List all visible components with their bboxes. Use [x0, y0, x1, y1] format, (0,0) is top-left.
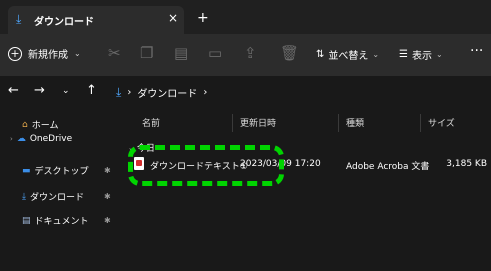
home-icon: ⌂ [22, 119, 28, 130]
sidebar-item-desktop[interactable]: ▬ デスクトップ [22, 164, 89, 178]
pin-icon[interactable]: ✱ [104, 192, 111, 201]
download-icon: ⤓ [22, 191, 26, 202]
recent-locations-icon[interactable]: ⌄ [62, 86, 70, 96]
chevron-down-icon: ⌄ [372, 50, 380, 59]
sidebar-item-downloads[interactable]: ⤓ ダウンロード [22, 190, 84, 204]
sort-icon: ⇅ [316, 49, 325, 60]
download-icon: ⤓ [16, 12, 22, 26]
table-row[interactable]: ダウンロードテキスト① 2023/03/09 17:20 Adobe Acrob… [128, 153, 491, 175]
delete-icon[interactable]: 🗑 [280, 44, 299, 62]
download-icon: ⤓ [116, 85, 122, 99]
column-separator[interactable] [232, 114, 233, 132]
column-header-size[interactable]: サイズ [428, 116, 455, 129]
sort-button-label: 並べ替え [328, 51, 369, 62]
rename-icon[interactable]: ▭ [208, 44, 222, 62]
sidebar-item-label: ドキュメント [34, 217, 89, 227]
new-button[interactable]: + 新規作成 ⌄ [8, 46, 81, 61]
sidebar-item-onedrive[interactable]: › ☁ OneDrive [10, 134, 72, 144]
title-bar: ⤓ ダウンロード × + [0, 0, 491, 34]
new-button-label: 新規作成 [28, 50, 68, 61]
sidebar-item-label: ダウンロード [29, 193, 84, 203]
address-bar: ← → ⌄ ↑ ⤓ › ダウンロード › [0, 76, 491, 106]
cloud-icon: ☁ [16, 134, 26, 144]
paste-icon[interactable]: ▤ [174, 44, 188, 62]
sidebar-item-documents[interactable]: ▤ ドキュメント [22, 214, 89, 228]
breadcrumb[interactable]: ⤓ › ダウンロード › [116, 85, 207, 100]
sidebar-item-label: OneDrive [29, 134, 73, 144]
up-icon[interactable]: ↑ [86, 83, 97, 98]
cut-icon[interactable]: ✂ [108, 44, 121, 62]
more-options-icon[interactable]: ··· [470, 43, 483, 59]
column-header-type[interactable]: 種類 [346, 116, 364, 129]
sidebar-item-label: ホーム [31, 121, 59, 131]
plus-circle-icon: + [8, 46, 22, 61]
close-tab-icon[interactable]: × [168, 11, 178, 25]
navigation-pane: ⌂ ホーム › ☁ OneDrive ▬ デスクトップ ✱ ⤓ ダウンロード ✱… [0, 106, 118, 271]
column-header-name[interactable]: 名前 [142, 116, 160, 129]
file-size: 3,185 KB [446, 159, 487, 169]
document-icon: ▤ [22, 215, 31, 226]
share-icon[interactable]: ⇪ [244, 44, 257, 62]
breadcrumb-location: ダウンロード [137, 89, 198, 100]
file-type: Adobe Acroba 文書 [346, 162, 430, 172]
breadcrumb-separator-icon: › [127, 87, 132, 98]
chevron-down-icon: ⌄ [74, 49, 81, 58]
column-header-modified[interactable]: 更新日時 [240, 116, 276, 129]
view-button[interactable]: ☰ 表示 ⌄ [399, 47, 443, 62]
sidebar-item-home[interactable]: ⌂ ホーム [22, 118, 59, 132]
view-icon: ☰ [399, 49, 408, 60]
file-list: 名前 更新日時 種類 サイズ ⌄ 今日 ダウンロードテキスト① 2023/03/… [128, 106, 491, 271]
column-separator[interactable] [338, 114, 339, 132]
back-icon[interactable]: ← [8, 83, 19, 98]
sidebar-item-label: デスクトップ [34, 167, 89, 177]
pdf-file-icon [134, 157, 144, 170]
breadcrumb-separator-icon: › [203, 87, 208, 98]
pin-icon[interactable]: ✱ [104, 216, 111, 225]
chevron-down-icon: ⌄ [435, 50, 443, 59]
file-modified: 2023/03/09 17:20 [240, 159, 321, 169]
sort-button[interactable]: ⇅ 並べ替え ⌄ [316, 47, 379, 62]
file-name: ダウンロードテキスト① [150, 162, 248, 172]
new-tab-icon[interactable]: + [197, 10, 209, 26]
chevron-down-icon: ⌄ [128, 143, 134, 152]
tab-title: ダウンロード [34, 17, 94, 28]
chevron-right-icon: › [10, 135, 13, 143]
column-separator[interactable] [420, 114, 421, 132]
command-bar: + 新規作成 ⌄ ✂ ❐ ▤ ▭ ⇪ 🗑 ⇅ 並べ替え ⌄ ☰ 表示 ⌄ ··· [0, 34, 491, 76]
copy-icon[interactable]: ❐ [140, 44, 153, 62]
pin-icon[interactable]: ✱ [104, 166, 111, 175]
forward-icon[interactable]: → [34, 83, 45, 98]
desktop-icon: ▬ [22, 165, 31, 176]
tab-downloads[interactable]: ⤓ ダウンロード × [8, 6, 184, 34]
view-button-label: 表示 [411, 51, 432, 62]
